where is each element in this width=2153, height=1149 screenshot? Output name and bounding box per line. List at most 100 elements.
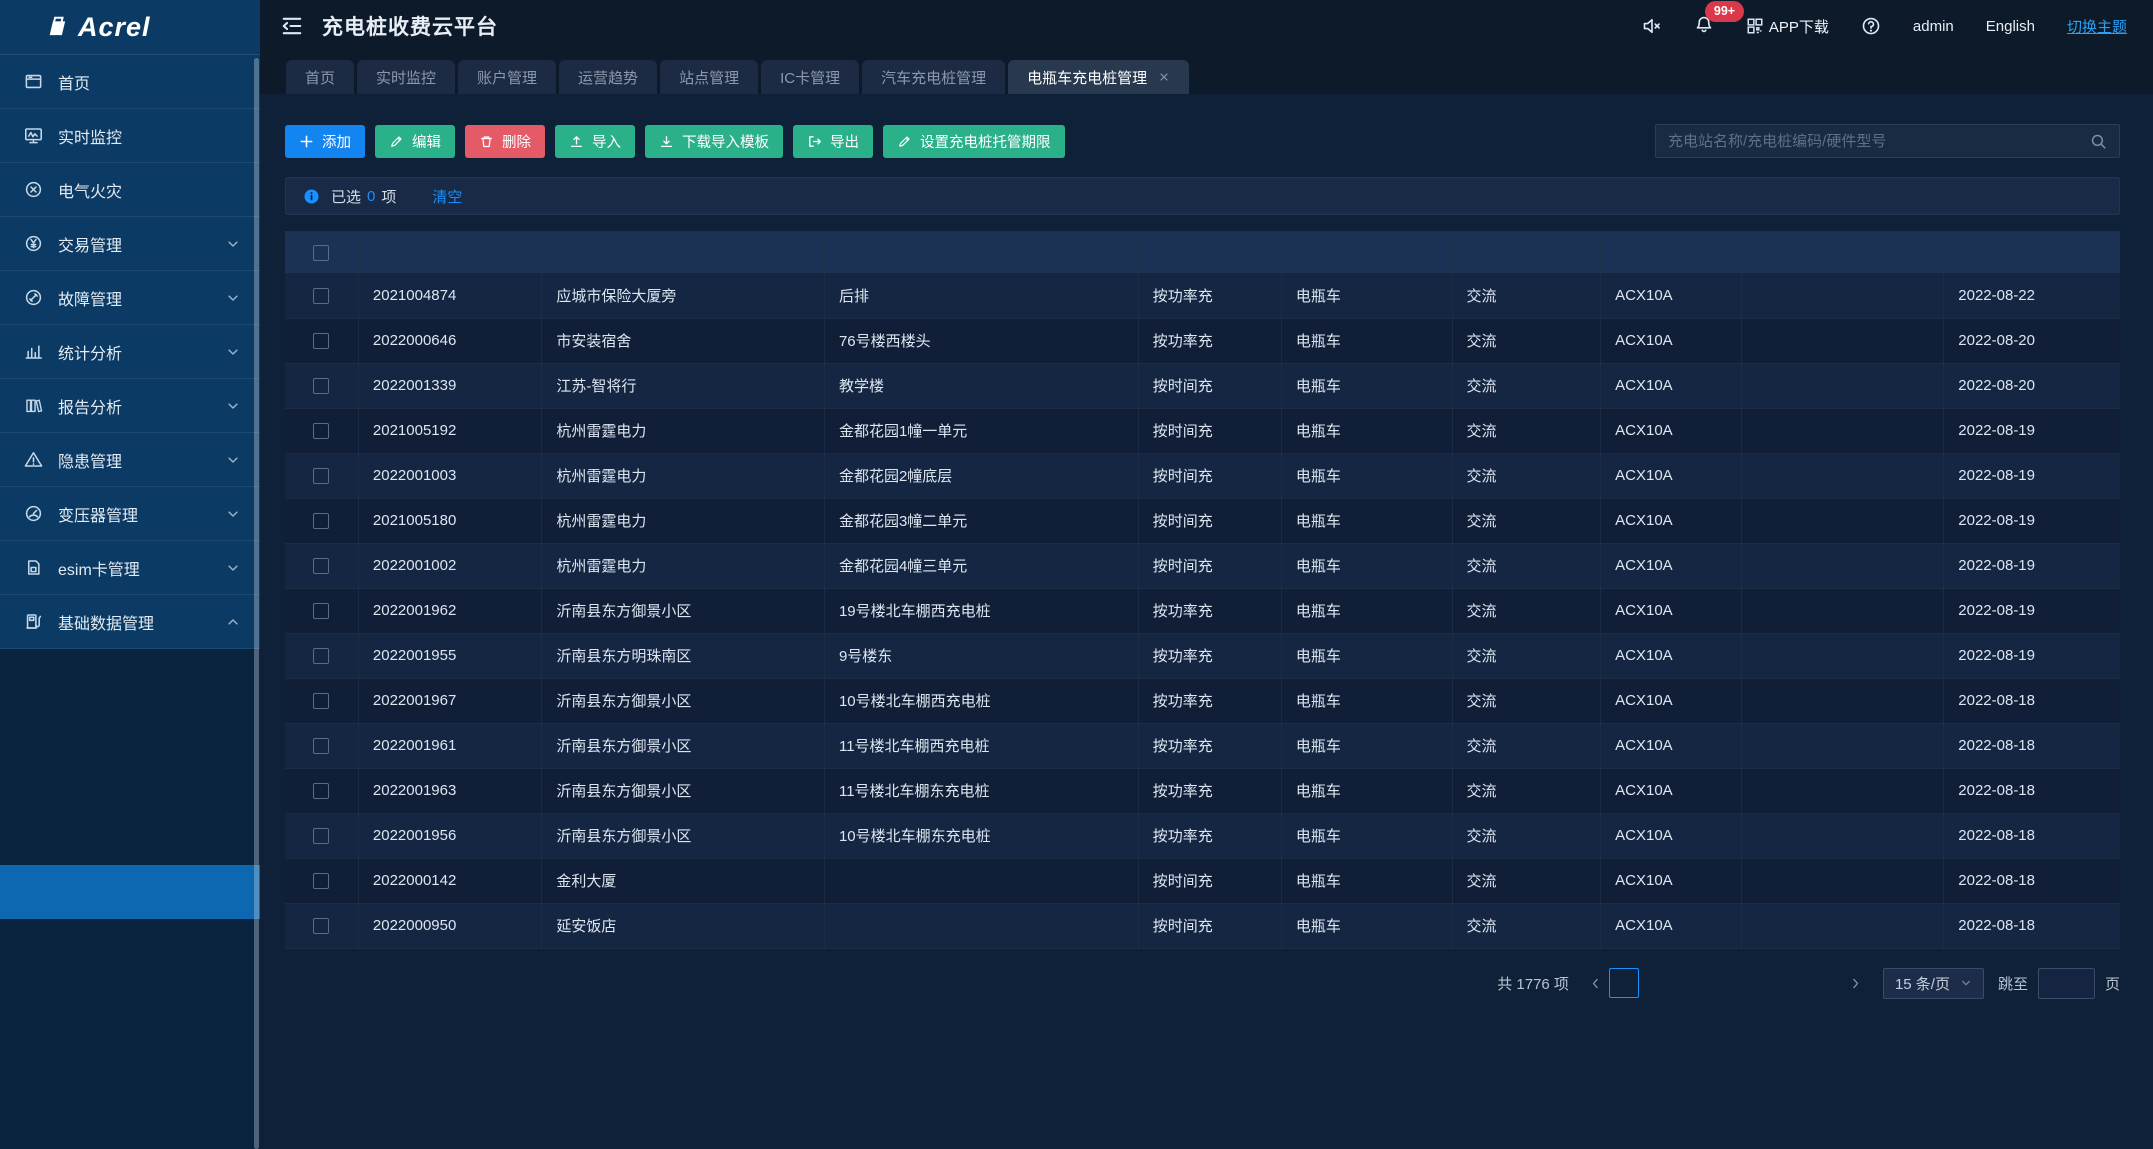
pagination-page[interactable] (1813, 968, 1843, 998)
toolbar-button[interactable]: 编辑 (375, 125, 455, 158)
table-row: 2022001967沂南县东方御景小区10号楼北车棚西充电桩按功率充电瓶车交流A… (285, 678, 2120, 723)
sidebar-item[interactable]: 交易管理 (0, 217, 260, 271)
row-checkbox[interactable] (313, 873, 329, 889)
sidebar-subitem[interactable] (0, 649, 260, 703)
table-cell: 电瓶车 (1281, 903, 1452, 948)
sidebar-subitem[interactable] (0, 1081, 260, 1135)
app-download-link[interactable]: APP下载 (1746, 16, 1829, 37)
sidebar-subitem[interactable] (0, 973, 260, 1027)
theme-switch-link[interactable]: 切换主题 (2067, 16, 2127, 37)
column-header[interactable] (1601, 231, 1742, 273)
table-cell: 按功率充 (1138, 723, 1281, 768)
sidebar-item[interactable]: 统计分析 (0, 325, 260, 379)
row-checkbox[interactable] (313, 468, 329, 484)
sidebar-item[interactable]: 报告分析 (0, 379, 260, 433)
tab[interactable]: 实时监控 (357, 60, 455, 94)
pagination-page[interactable] (1609, 968, 1639, 998)
sidebar-subitem[interactable] (0, 1027, 260, 1081)
sidebar-subitem[interactable] (0, 865, 260, 919)
toolbar-button[interactable]: 导出 (793, 125, 873, 158)
column-header[interactable] (824, 231, 1138, 273)
tab[interactable]: 电瓶车充电桩管理 (1008, 60, 1189, 94)
select-all-checkbox[interactable] (313, 245, 329, 261)
table-cell: 金都花园4幢三单元 (824, 543, 1138, 588)
pagination-page[interactable] (1745, 968, 1775, 998)
sidebar-item[interactable]: 故障管理 (0, 271, 260, 325)
page-size-label: 15 条/页 (1895, 973, 1950, 994)
collapse-menu-icon[interactable] (280, 14, 304, 38)
row-checkbox-cell (285, 768, 358, 813)
help-icon[interactable] (1861, 16, 1881, 36)
column-header[interactable] (1452, 231, 1601, 273)
sidebar-item[interactable]: 实时监控 (0, 109, 260, 163)
tab[interactable]: 账户管理 (458, 60, 556, 94)
page-size-select[interactable]: 15 条/页 (1883, 968, 1984, 999)
row-checkbox-cell (285, 633, 358, 678)
row-checkbox[interactable] (313, 693, 329, 709)
table-cell: 2021004874 (358, 273, 542, 318)
row-checkbox[interactable] (313, 513, 329, 529)
sidebar-subitem[interactable] (0, 757, 260, 811)
pagination-page[interactable] (1677, 968, 1707, 998)
sidebar-item[interactable]: 首页 (0, 55, 260, 109)
tab[interactable]: 站点管理 (660, 60, 758, 94)
sidebar-item[interactable]: esim卡管理 (0, 541, 260, 595)
sidebar-subitem[interactable] (0, 919, 260, 973)
column-header[interactable] (542, 231, 825, 273)
column-header[interactable] (1281, 231, 1452, 273)
row-checkbox[interactable] (313, 378, 329, 394)
volume-mute-icon[interactable] (1642, 16, 1662, 36)
sidebar-item[interactable]: 变压器管理 (0, 487, 260, 541)
notification-bell[interactable]: 99+ (1694, 14, 1714, 38)
sidebar-item[interactable]: 电气火灾 (0, 163, 260, 217)
row-checkbox[interactable] (313, 333, 329, 349)
user-menu[interactable]: admin (1913, 18, 1954, 35)
row-checkbox[interactable] (313, 603, 329, 619)
toolbar-button[interactable]: 导入 (555, 125, 635, 158)
row-checkbox[interactable] (313, 648, 329, 664)
row-checkbox[interactable] (313, 738, 329, 754)
table-cell (1742, 408, 1944, 453)
clear-selection-link[interactable]: 清空 (432, 186, 462, 207)
row-checkbox[interactable] (313, 783, 329, 799)
table-cell: 按时间充 (1138, 363, 1281, 408)
row-checkbox[interactable] (313, 288, 329, 304)
column-header[interactable] (358, 231, 542, 273)
row-checkbox[interactable] (313, 558, 329, 574)
sidebar-item[interactable]: 隐患管理 (0, 433, 260, 487)
table-cell: 交流 (1452, 273, 1601, 318)
jump-page-input[interactable] (2038, 968, 2095, 999)
column-header[interactable] (1138, 231, 1281, 273)
toolbar-button[interactable]: 设置充电桩托管期限 (883, 125, 1065, 158)
tab[interactable]: 首页 (286, 60, 354, 94)
toolbar-button[interactable]: 删除 (465, 125, 545, 158)
sidebar-subitem[interactable] (0, 811, 260, 865)
sidebar-scrollbar[interactable] (254, 58, 259, 1149)
pagination-page[interactable] (1711, 968, 1741, 998)
sidebar-item[interactable]: 基础数据管理 (0, 595, 260, 649)
next-page-button[interactable] (1843, 968, 1869, 998)
column-header[interactable] (1944, 231, 2120, 273)
table-cell (1742, 363, 1944, 408)
row-checkbox[interactable] (313, 828, 329, 844)
tab-close-icon[interactable] (1158, 71, 1170, 83)
sidebar-subitem[interactable] (0, 703, 260, 757)
row-checkbox[interactable] (313, 918, 329, 934)
tab[interactable]: 运营趋势 (559, 60, 657, 94)
pagination-page[interactable] (1643, 968, 1673, 998)
row-checkbox-cell (285, 363, 358, 408)
logo[interactable]: Acrel (0, 0, 260, 54)
row-checkbox[interactable] (313, 423, 329, 439)
search-input[interactable] (1668, 133, 2090, 150)
toolbar-button[interactable]: 添加 (285, 125, 365, 158)
toolbar-button[interactable]: 下载导入模板 (645, 125, 783, 158)
column-header[interactable] (1742, 231, 1944, 273)
search-icon[interactable] (2090, 133, 2107, 150)
jump-label: 跳至 (1998, 973, 2028, 994)
tab[interactable]: 汽车充电桩管理 (862, 60, 1005, 94)
tab[interactable]: IC卡管理 (761, 60, 859, 94)
prev-page-button[interactable] (1583, 968, 1609, 998)
language-switch[interactable]: English (1986, 18, 2035, 35)
table-row: 2022001002杭州雷霆电力金都花园4幢三单元按时间充电瓶车交流ACX10A… (285, 543, 2120, 588)
page-list (1609, 968, 1843, 998)
